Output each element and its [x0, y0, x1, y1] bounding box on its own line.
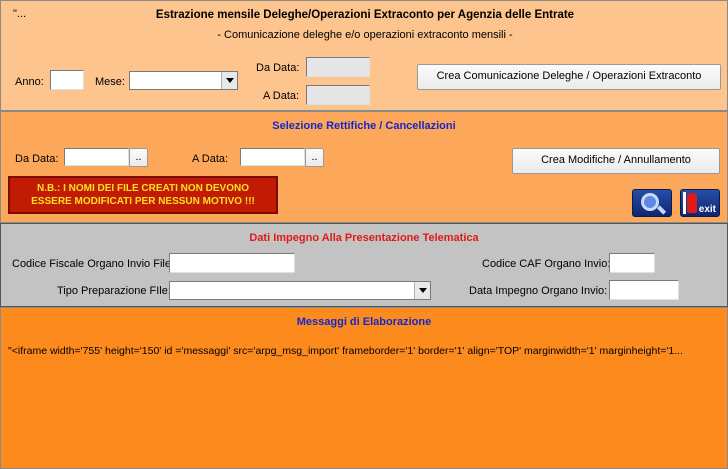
mese-label: Mese: [95, 76, 125, 88]
crea-comunicazione-button[interactable]: Crea Comunicazione Deleghe / Operazioni … [417, 64, 721, 90]
runner-figure [687, 193, 697, 213]
messaggi-panel [0, 307, 728, 469]
warning-line-2: ESSERE MODIFICATI PER NESSUN MOTIVO !!! [31, 196, 255, 207]
exit-label: exit [698, 204, 716, 215]
codice-caf-label: Codice CAF Organo Invio: [482, 258, 611, 270]
exit-button[interactable]: exit [680, 189, 720, 217]
page-subtitle: - Comunicazione deleghe e/o operazioni e… [217, 29, 513, 41]
warning-banner: N.B.: I NOMI DEI FILE CREATI NON DEVONO … [8, 176, 278, 214]
a-data-label: A Data: [263, 90, 300, 102]
data-impegno-input[interactable] [609, 280, 679, 300]
anno-input[interactable] [50, 70, 84, 90]
warning-line-1: N.B.: I NOMI DEI FILE CREATI NON DEVONO [36, 183, 250, 194]
dati-impegno-title: Dati Impegno Alla Presentazione Telemati… [249, 232, 479, 244]
magnifier-handle [656, 205, 667, 215]
a-data-picker-button[interactable]: .. [305, 148, 324, 167]
codice-fiscale-label: Codice Fiscale Organo Invio File: [12, 258, 175, 270]
da-data-input[interactable] [306, 57, 370, 77]
da-data-label: Da Data: [256, 62, 300, 74]
a-data-input[interactable] [306, 85, 370, 105]
tipo-preparazione-select[interactable] [169, 281, 431, 300]
da-data-picker-button[interactable]: .. [129, 148, 148, 167]
anno-label: Anno: [15, 76, 44, 88]
mese-select[interactable] [129, 71, 238, 90]
messaggi-title: Messaggi di Elaborazione [296, 316, 432, 328]
monthly-extraction-panel: "... Estrazione mensile Deleghe/Operazio… [0, 0, 728, 111]
chevron-down-icon [414, 282, 430, 299]
crea-modifiche-button[interactable]: Crea Modifiche / Annullamento [512, 148, 720, 174]
rettifiche-a-data-label: A Data: [192, 153, 229, 165]
data-impegno-label: Data Impegno Organo Invio: [469, 285, 608, 297]
chevron-down-icon [221, 72, 237, 89]
tipo-preparazione-label: Tipo Preparazione FIle: [57, 285, 171, 297]
rettifiche-title: Selezione Rettifiche / Cancellazioni [272, 120, 456, 132]
codice-caf-input[interactable] [609, 253, 655, 273]
messaggi-output: "<iframe width='755' height='150' id ='m… [8, 345, 683, 357]
exit-door-icon [683, 192, 686, 214]
codice-fiscale-input[interactable] [169, 253, 295, 273]
rettifiche-a-data-input[interactable] [240, 148, 305, 166]
rettifiche-da-data-label: Da Data: [15, 153, 59, 165]
page-title: Estrazione mensile Deleghe/Operazioni Ex… [155, 9, 575, 21]
search-button[interactable] [632, 189, 672, 217]
rettifiche-da-data-input[interactable] [64, 148, 129, 166]
